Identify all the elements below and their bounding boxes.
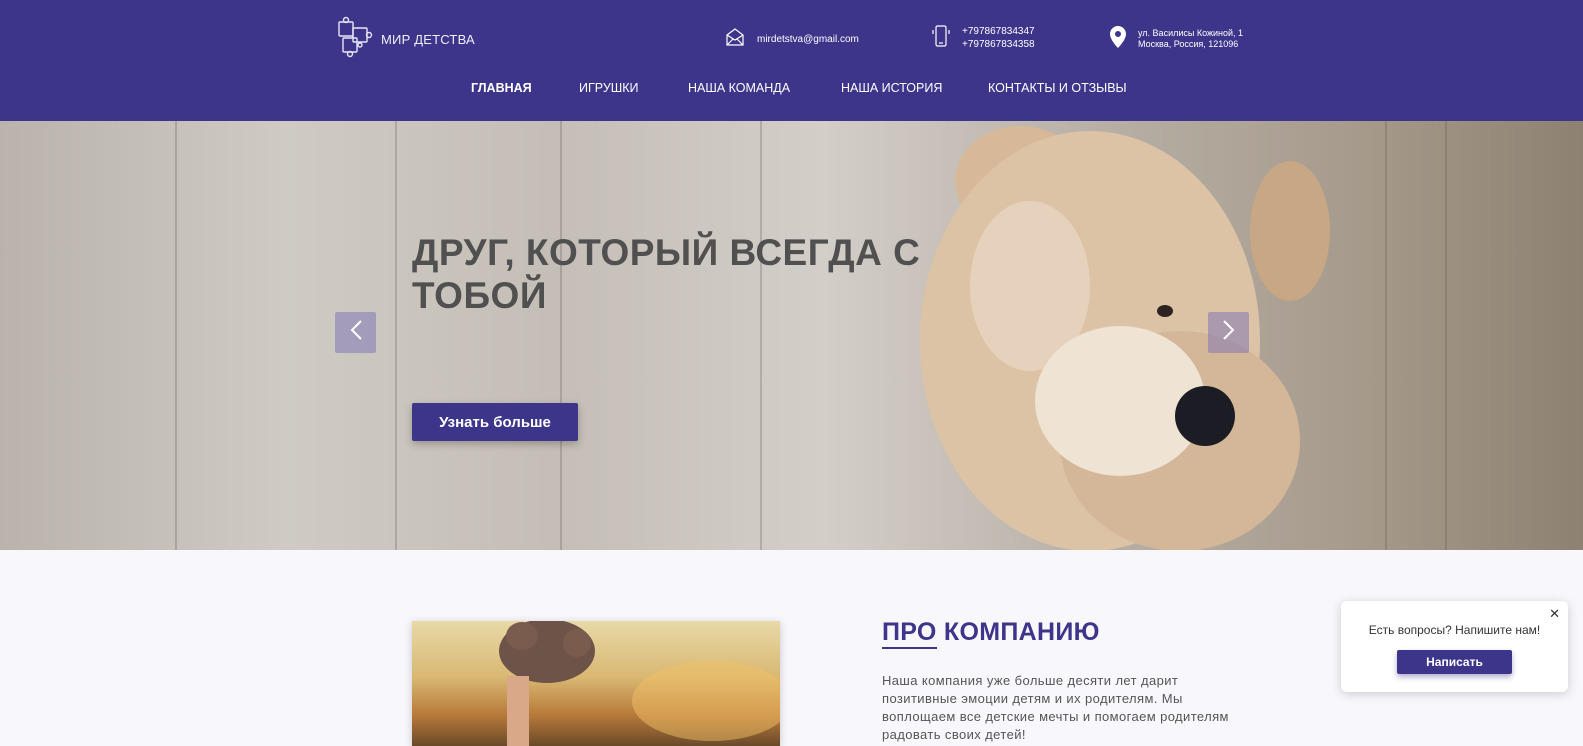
nav-item-history[interactable]: НАША ИСТОРИЯ: [841, 81, 942, 95]
slider-next-button[interactable]: [1208, 312, 1249, 353]
teddy-bear-image: [920, 126, 1330, 550]
header-address[interactable]: ул. Василисы Кожиной, 1 Москва, Россия, …: [1110, 26, 1243, 51]
chevron-right-icon: [1222, 319, 1236, 346]
address-line-1: ул. Василисы Кожиной, 1: [1138, 27, 1244, 38]
location-pin-icon: [1110, 26, 1126, 51]
mail-icon: [725, 27, 745, 51]
nav-item-team[interactable]: НАША КОМАНДА: [688, 81, 790, 95]
slider-prev-button[interactable]: [335, 312, 376, 353]
chat-prompt: Есть вопросы? Напишите нам!: [1368, 623, 1541, 637]
email-text: mirdetstva@gmail.com: [757, 33, 859, 45]
about-image: [412, 621, 780, 746]
about-text: Наша компания уже больше десяти лет дари…: [882, 673, 1229, 742]
learn-more-button[interactable]: Узнать больше: [412, 403, 578, 441]
phone-icon: [932, 24, 950, 52]
logo[interactable]: МИР ДЕТСТВА: [335, 16, 475, 63]
about-title: ПРО КОМПАНИЮ: [882, 618, 1100, 649]
about-title-rest: КОМПАНИЮ: [936, 618, 1100, 646]
chevron-left-icon: [349, 319, 363, 346]
puzzle-logo-icon: [335, 16, 375, 63]
nav-item-home[interactable]: ГЛАВНАЯ: [471, 81, 532, 95]
hero-title: ДРУГ, КОТОРЫЙ ВСЕГДА С ТОБОЙ: [412, 232, 921, 316]
address-line-2: Москва, Россия, 121096: [1138, 38, 1239, 49]
write-button[interactable]: Написать: [1397, 650, 1512, 674]
phone-1: +797867834347: [962, 26, 1035, 37]
close-icon[interactable]: ✕: [1549, 606, 1560, 622]
site-header: МИР ДЕТСТВА mirdetstva@gmail.com +797867…: [0, 0, 1583, 121]
chat-widget: ✕ Есть вопросы? Напишите нам! Написать: [1341, 601, 1568, 692]
nav-item-toys[interactable]: ИГРУШКИ: [579, 81, 638, 95]
header-phones[interactable]: +797867834347 +797867834358: [932, 24, 1035, 52]
about-title-underlined: ПРО: [882, 618, 937, 649]
nav-item-contacts[interactable]: КОНТАКТЫ И ОТЗЫВЫ: [988, 81, 1127, 95]
brand-name: МИР ДЕТСТВА: [381, 32, 475, 47]
header-email[interactable]: mirdetstva@gmail.com: [725, 27, 859, 51]
phone-2: +797867834358: [962, 39, 1035, 50]
hero-slider: ДРУГ, КОТОРЫЙ ВСЕГДА С ТОБОЙ Узнать боль…: [0, 121, 1583, 550]
